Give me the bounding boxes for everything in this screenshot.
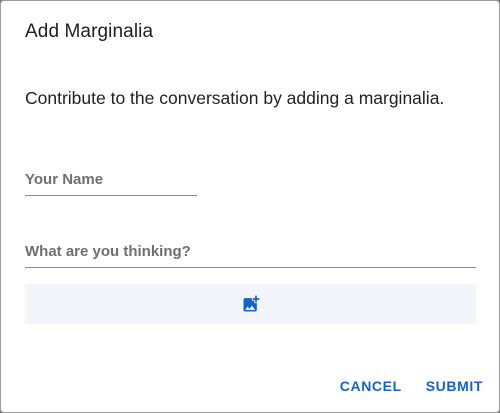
add-marginalia-dialog: Add Marginalia Contribute to the convers… [0, 0, 500, 413]
dialog-title: Add Marginalia [25, 21, 154, 42]
add-photo-icon[interactable] [241, 294, 261, 314]
dialog-description: Contribute to the conversation by adding… [25, 88, 445, 108]
name-field-underline [25, 195, 197, 196]
dialog-actions: CANCEL SUBMIT [340, 378, 483, 394]
cancel-button[interactable]: CANCEL [340, 378, 402, 394]
name-field-label: Your Name [25, 171, 104, 188]
name-field[interactable]: Your Name [25, 171, 197, 196]
thought-field-underline [25, 267, 476, 268]
add-image-area[interactable] [25, 284, 476, 324]
submit-button[interactable]: SUBMIT [426, 378, 483, 394]
thought-field-label: What are you thinking? [25, 243, 191, 260]
thought-field[interactable]: What are you thinking? [25, 243, 476, 268]
